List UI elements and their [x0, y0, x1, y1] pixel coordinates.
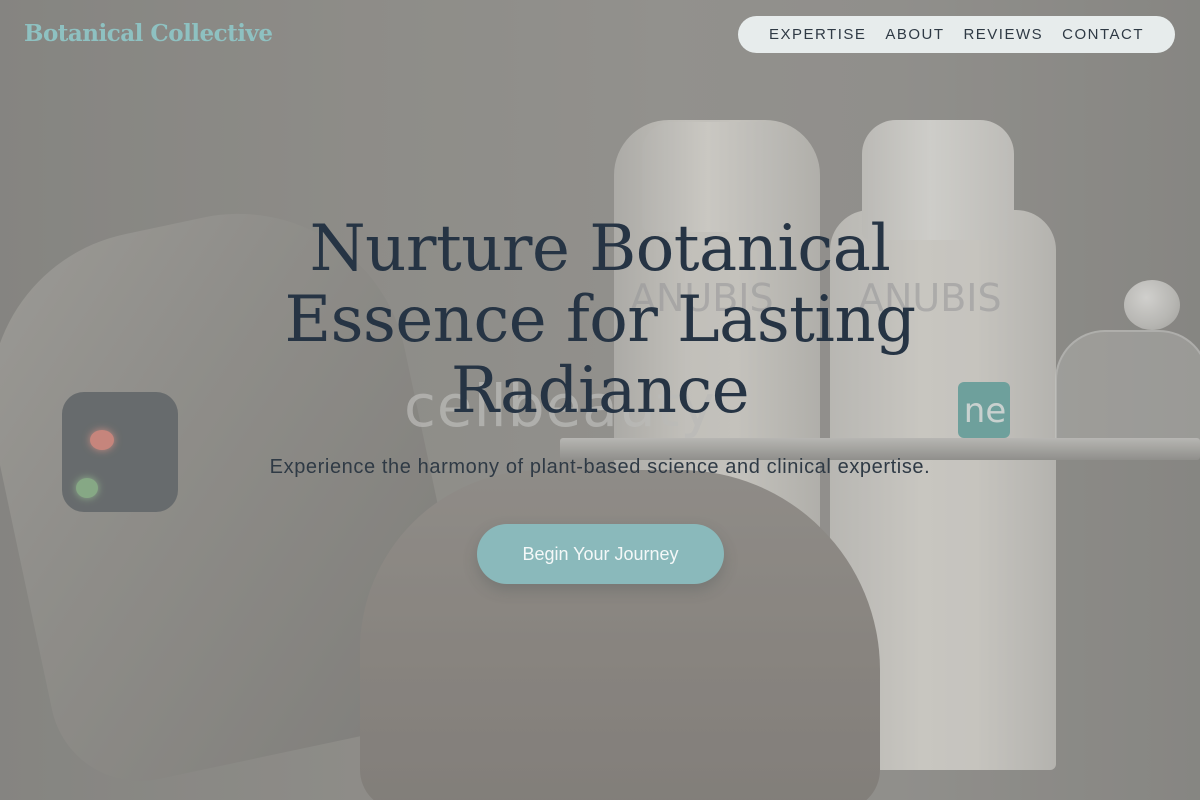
site-logo[interactable]: Botanical Collective	[24, 20, 273, 47]
headline-line-1: Nurture Botanical	[309, 212, 891, 286]
headline-line-2: Essence for Lasting	[284, 283, 916, 357]
hero-headline: Nurture Botanical Essence for Lasting Ra…	[200, 214, 1000, 427]
hero-section: ANUBIS ANUBIS ne cellbeauty Botanical Co…	[0, 0, 1200, 800]
nav-link-contact[interactable]: CONTACT	[1062, 26, 1144, 43]
begin-journey-button[interactable]: Begin Your Journey	[477, 524, 724, 584]
main-nav: EXPERTISE ABOUT REVIEWS CONTACT	[738, 16, 1175, 53]
headline-line-3: Radiance	[450, 354, 750, 428]
nav-link-about[interactable]: ABOUT	[885, 26, 944, 43]
nav-link-reviews[interactable]: REVIEWS	[963, 26, 1043, 43]
hero-subtitle: Experience the harmony of plant-based sc…	[269, 456, 931, 478]
nav-link-expertise[interactable]: EXPERTISE	[769, 26, 866, 43]
